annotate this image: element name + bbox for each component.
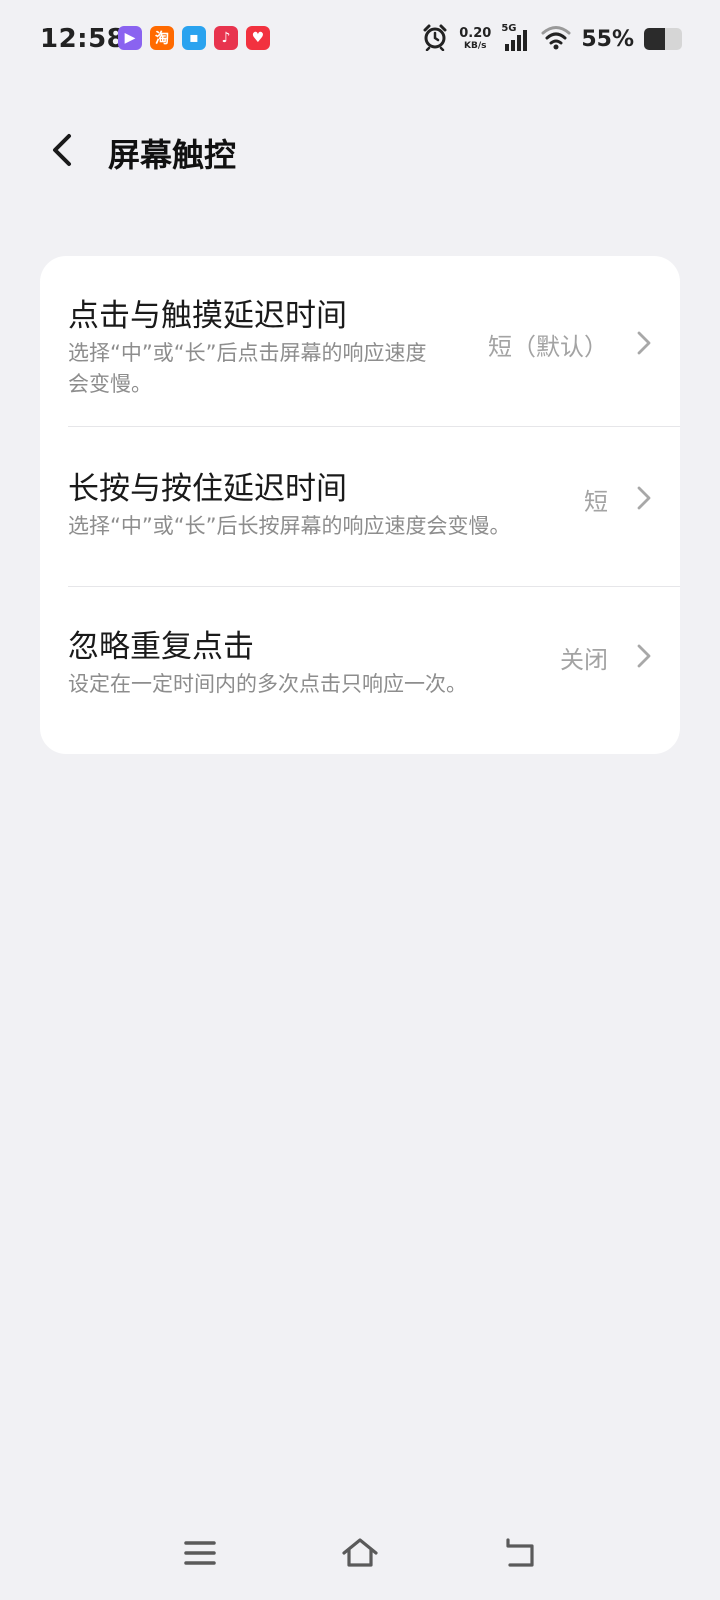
navigation-bar	[0, 1516, 720, 1600]
battery-percent: 55%	[581, 26, 634, 52]
menu-icon	[184, 1541, 216, 1565]
settings-card: 点击与触摸延迟时间 选择“中”或“长”后点击屏幕的响应速度 会变慢。 短（默认）…	[40, 256, 680, 754]
status-indicators: 0.20 KB/s 5G 55%	[421, 22, 682, 56]
menu-button[interactable]	[170, 1528, 230, 1578]
setting-title: 点击与触摸延迟时间	[68, 298, 347, 334]
setting-description: 选择“中”或“长”后点击屏幕的响应速度 会变慢。	[68, 341, 427, 396]
chevron-right-icon	[637, 331, 651, 355]
home-button[interactable]	[330, 1528, 390, 1578]
back-nav-button[interactable]	[490, 1528, 550, 1578]
setting-description: 选择“中”或“长”后长按屏幕的响应速度会变慢。	[68, 514, 511, 538]
setting-title: 长按与按住延迟时间	[68, 471, 347, 507]
cloud-app-icon: ▪	[182, 26, 206, 50]
signal-icon: 5G	[501, 23, 531, 53]
setting-value: 关闭	[560, 646, 608, 674]
network-speed: 0.20 KB/s	[459, 27, 491, 51]
setting-value: 短	[584, 488, 608, 516]
setting-description: 设定在一定时间内的多次点击只响应一次。	[68, 672, 467, 696]
network-speed-unit: KB/s	[464, 41, 487, 51]
return-icon	[506, 1538, 534, 1567]
heart-app-icon: ♥	[246, 26, 270, 50]
status-bar: 12:58 ▶ 淘 ▪ ♪ ♥ 0.20 KB/s 5G 55%	[0, 0, 720, 82]
chevron-left-icon	[53, 134, 71, 166]
video-app-icon: ▶	[118, 26, 142, 50]
status-time: 12:58	[40, 24, 126, 54]
setting-ignore-repeated-taps[interactable]: 忽略重复点击 设定在一定时间内的多次点击只响应一次。 关闭	[40, 587, 680, 754]
setting-title: 忽略重复点击	[68, 629, 254, 665]
battery-icon	[644, 28, 682, 50]
setting-long-press-delay[interactable]: 长按与按住延迟时间 选择“中”或“长”后长按屏幕的响应速度会变慢。 短	[40, 427, 680, 587]
music-app-icon: ♪	[214, 26, 238, 50]
chevron-right-icon	[637, 486, 651, 510]
page-title: 屏幕触控	[108, 136, 237, 174]
app-header: 屏幕触控	[0, 112, 720, 188]
taobao-app-icon: 淘	[150, 26, 174, 50]
back-button[interactable]	[34, 122, 90, 178]
network-speed-value: 0.20	[459, 26, 492, 41]
setting-value: 短（默认）	[488, 333, 608, 361]
alarm-icon	[421, 23, 449, 55]
setting-tap-touch-delay[interactable]: 点击与触摸延迟时间 选择“中”或“长”后点击屏幕的响应速度 会变慢。 短（默认）	[40, 256, 680, 427]
chevron-right-icon	[637, 644, 651, 668]
home-icon	[342, 1538, 378, 1567]
notification-icons: ▶ 淘 ▪ ♪ ♥	[118, 26, 270, 50]
wifi-icon	[541, 24, 571, 54]
battery-fill	[644, 28, 665, 50]
